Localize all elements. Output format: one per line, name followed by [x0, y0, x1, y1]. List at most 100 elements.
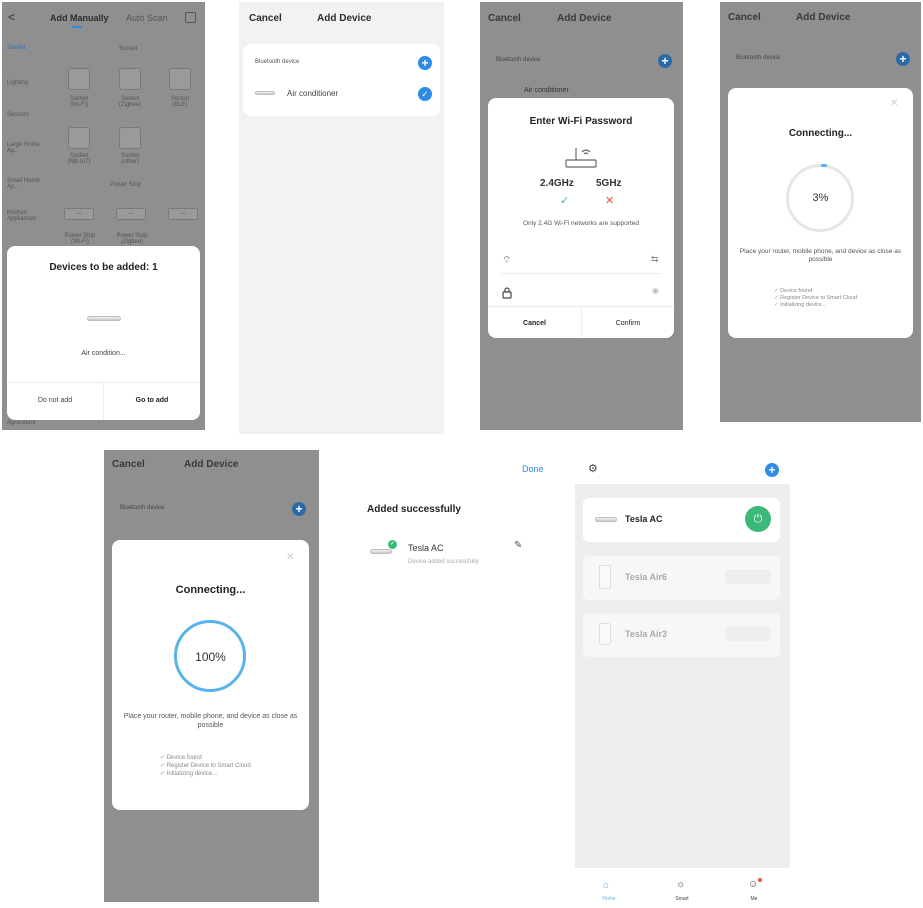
device-card-tesla-air6[interactable]: Tesla Air6 — [583, 556, 780, 600]
device-name: Air conditioner — [287, 89, 339, 98]
socket-label: Socket (other) — [120, 153, 140, 165]
device-name: Air condition... — [81, 350, 126, 357]
air-conditioner-icon — [595, 517, 617, 522]
screen-added-successfully: Done Added successfully ✓ Tesla AC Devic… — [352, 450, 557, 902]
switch-network-icon[interactable]: ⇆ — [651, 254, 659, 265]
nav-home[interactable]: Home — [597, 896, 621, 902]
screen-connecting-100: Cancel Add Device Bluetooth device + ✕ C… — [104, 450, 319, 902]
robot-icon[interactable]: ⚙ — [588, 462, 598, 475]
close-icon[interactable]: ✕ — [890, 98, 898, 109]
device-card-tesla-ac[interactable]: Tesla AC ⏻ — [583, 498, 780, 542]
check-icon: ✓ — [160, 771, 167, 777]
router-icon — [564, 144, 598, 170]
smart-icon[interactable]: ☼ — [676, 879, 685, 890]
me-icon[interactable]: ☺ — [748, 879, 758, 890]
power-strip-icon[interactable]: ▫▫▫ — [168, 208, 198, 220]
add-icon[interactable]: + — [418, 56, 432, 70]
wifi-password-modal: Enter Wi-Fi Password 2.4GHz 5GHz ✓ ✕ Onl… — [488, 98, 674, 338]
done-button[interactable]: Done — [522, 464, 544, 474]
device-name: Air conditioner — [524, 87, 569, 94]
modal-title: Connecting... — [788, 128, 853, 139]
check-icon[interactable]: ✓ — [418, 87, 432, 101]
eye-icon[interactable]: ◉ — [652, 286, 659, 295]
section-label: Bluetooth device — [120, 505, 165, 511]
category-agriculture[interactable]: Agriculture — [7, 420, 36, 426]
tab-indicator — [72, 26, 82, 28]
socket-icon[interactable] — [68, 127, 90, 149]
page-title: Add Device — [184, 459, 239, 470]
nav-me[interactable]: Me — [742, 896, 766, 902]
devices-to-add-modal: Devices to be added: 1 Air condition... … — [7, 246, 200, 420]
cross-icon: ✕ — [605, 195, 615, 207]
band-5ghz: 5GHz — [596, 178, 622, 189]
page-title: Add Device — [317, 13, 372, 24]
device-name: Tesla AC — [625, 514, 663, 524]
nav-smart[interactable]: Smart — [670, 896, 694, 902]
password-input[interactable] — [518, 284, 638, 298]
do-not-add-button[interactable]: Do not add — [7, 397, 103, 404]
socket-icon[interactable] — [68, 68, 90, 90]
category-kitchen[interactable]: Kitchen Appliances — [7, 210, 47, 222]
step-list: ✓ Device found ✓ Register Device to Smar… — [160, 754, 290, 778]
socket-label: Socket (NB-IoT) — [67, 153, 91, 165]
section-socket: Socket — [119, 46, 138, 52]
tab-auto-scan[interactable]: Auto Scan — [126, 13, 168, 23]
cancel-button[interactable]: Cancel — [249, 13, 282, 24]
power-button[interactable]: ⏻ — [745, 506, 771, 532]
add-icon[interactable]: + — [292, 502, 306, 516]
socket-icon[interactable] — [169, 68, 191, 90]
scan-icon[interactable] — [185, 12, 196, 23]
screen-connecting-3: Cancel Add Device Bluetooth device + ✕ C… — [720, 2, 921, 422]
go-to-add-button[interactable]: Go to add — [104, 397, 200, 404]
placement-hint: Place your router, mobile phone, and dev… — [123, 713, 298, 729]
check-icon: ✓ — [160, 763, 167, 769]
socket-icon[interactable] — [119, 68, 141, 90]
category-large-home[interactable]: Large Home Ap.. — [7, 142, 43, 154]
category-socket[interactable]: Socket — [7, 45, 25, 51]
air-conditioner-icon — [370, 549, 392, 554]
device-name: Tesla Air3 — [625, 629, 668, 639]
cancel-button[interactable]: Cancel — [728, 12, 761, 23]
screen-add-device: Cancel Add Device Bluetooth device + Air… — [239, 2, 444, 434]
socket-label: Socket (Wi-Fi) — [69, 96, 89, 108]
air-purifier-icon — [599, 623, 611, 645]
category-small-home[interactable]: Small Home Ap.. — [7, 178, 43, 190]
home-icon[interactable]: ⌂ — [603, 880, 609, 891]
device-status: Device added successfully — [408, 559, 479, 565]
power-strip-icon[interactable]: ▫▫▫ — [64, 208, 94, 220]
cancel-button[interactable]: Cancel — [112, 459, 145, 470]
wifi-support-note[interactable]: Only 2.4G Wi-Fi networks are supported — [488, 220, 674, 227]
section-power-strip: Power Strip — [110, 182, 142, 188]
success-badge-icon: ✓ — [388, 540, 397, 549]
device-name: Tesla AC — [408, 543, 444, 553]
cancel-modal-button[interactable]: Cancel — [488, 320, 581, 327]
category-lighting[interactable]: Lighting — [7, 80, 28, 86]
power-strip-icon[interactable]: ▫▫▫ — [116, 208, 146, 220]
socket-icon[interactable] — [119, 127, 141, 149]
confirm-button[interactable]: Confirm — [582, 320, 674, 327]
progress-percent: 3% — [812, 192, 829, 204]
page-title: Added successfully — [367, 504, 461, 515]
add-device-button[interactable]: + — [765, 463, 779, 477]
section-label: Bluetooth device — [255, 59, 300, 65]
cancel-button[interactable]: Cancel — [488, 13, 521, 24]
add-icon[interactable]: + — [658, 54, 672, 68]
placement-hint: Place your router, mobile phone, and dev… — [739, 248, 902, 263]
device-card-tesla-air3[interactable]: Tesla Air3 — [583, 613, 780, 657]
socket-label: Socket (BLE) — [170, 96, 190, 108]
progress-arc — [821, 164, 827, 167]
edit-icon[interactable]: ✎ — [514, 540, 522, 551]
strip-label: Power Strip (Wi-Fi) — [64, 233, 96, 245]
header-bar — [575, 456, 790, 484]
close-icon[interactable]: ✕ — [286, 552, 294, 563]
back-button[interactable]: < — [8, 10, 15, 24]
device-name: Tesla Air6 — [625, 572, 668, 582]
step-list: ✓ Device found ✓ Register Device to Smar… — [774, 288, 894, 309]
add-icon[interactable]: + — [896, 52, 910, 66]
tab-add-manually[interactable]: Add Manually — [50, 13, 109, 23]
category-sensors[interactable]: Sensors — [7, 112, 29, 118]
modal-title: Devices to be added: 1 — [49, 262, 158, 273]
step-item: ✓ Device found — [774, 288, 813, 294]
air-purifier-icon — [599, 565, 611, 589]
screen-wifi-password: Cancel Add Device Bluetooth device + Air… — [480, 2, 683, 430]
